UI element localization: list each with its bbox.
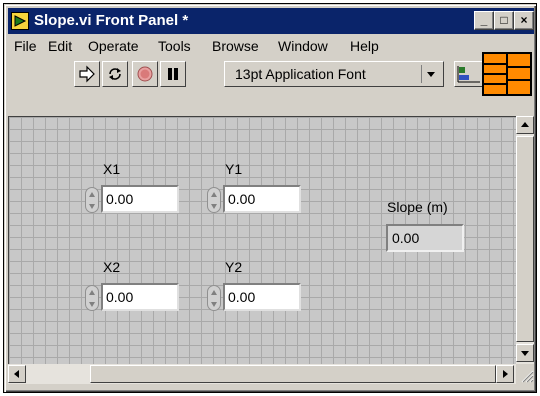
menu-window[interactable]: Window bbox=[278, 38, 328, 54]
x1-input[interactable]: 0.00 bbox=[101, 185, 179, 213]
connector-pane-icon[interactable] bbox=[482, 52, 532, 96]
menu-edit[interactable]: Edit bbox=[48, 38, 72, 54]
scroll-up-arrow-icon[interactable] bbox=[516, 116, 534, 134]
resize-grip-icon[interactable] bbox=[518, 366, 534, 384]
front-panel-window: Slope.vi Front Panel * _ □ × File Edit O… bbox=[3, 3, 537, 393]
scroll-left-arrow-icon[interactable] bbox=[8, 365, 26, 383]
horizontal-scroll-thumb[interactable] bbox=[90, 365, 496, 383]
scroll-right-arrow-icon[interactable] bbox=[496, 365, 514, 383]
x2-increment-decrement[interactable] bbox=[85, 285, 99, 311]
y2-label: Y2 bbox=[225, 259, 243, 275]
vertical-scrollbar[interactable] bbox=[516, 116, 534, 364]
x1-control[interactable]: 0.00 bbox=[85, 185, 181, 213]
pause-icon[interactable] bbox=[160, 61, 186, 87]
title-bar[interactable]: Slope.vi Front Panel * _ □ × bbox=[8, 8, 534, 34]
menu-tools[interactable]: Tools bbox=[158, 38, 191, 54]
close-button[interactable]: × bbox=[514, 11, 534, 30]
x1-increment-decrement[interactable] bbox=[85, 187, 99, 213]
horizontal-scrollbar[interactable] bbox=[8, 364, 516, 384]
y2-control[interactable]: 0.00 bbox=[207, 283, 303, 311]
x2-control[interactable]: 0.00 bbox=[85, 283, 181, 311]
y1-input[interactable]: 0.00 bbox=[223, 185, 301, 213]
chevron-down-icon[interactable] bbox=[421, 65, 439, 83]
slope-label: Slope (m) bbox=[387, 199, 448, 215]
y2-increment-decrement[interactable] bbox=[207, 285, 221, 311]
window-title: Slope.vi Front Panel * bbox=[34, 12, 189, 29]
abort-icon[interactable] bbox=[132, 61, 158, 87]
menu-browse[interactable]: Browse bbox=[212, 38, 259, 54]
run-continuously-icon[interactable] bbox=[102, 61, 128, 87]
x1-label: X1 bbox=[103, 161, 121, 177]
slope-indicator: 0.00 bbox=[386, 224, 464, 252]
scroll-down-arrow-icon[interactable] bbox=[516, 344, 534, 362]
toolbar: 13pt Application Font bbox=[8, 58, 534, 90]
labview-vi-icon bbox=[11, 12, 29, 30]
vertical-scroll-thumb[interactable] bbox=[516, 136, 534, 342]
x2-input[interactable]: 0.00 bbox=[101, 283, 179, 311]
y1-control[interactable]: 0.00 bbox=[207, 185, 303, 213]
menu-operate[interactable]: Operate bbox=[88, 38, 139, 54]
minimize-button[interactable]: _ bbox=[474, 11, 494, 30]
x2-label: X2 bbox=[103, 259, 121, 275]
maximize-button[interactable]: □ bbox=[494, 11, 514, 30]
font-selector-value: 13pt Application Font bbox=[235, 66, 366, 82]
align-objects-button[interactable] bbox=[454, 61, 484, 87]
run-arrow-icon[interactable] bbox=[74, 61, 100, 87]
menu-bar: File Edit Operate Tools Browse Window He… bbox=[8, 36, 478, 56]
menu-help[interactable]: Help bbox=[350, 38, 379, 54]
font-selector[interactable]: 13pt Application Font bbox=[224, 61, 444, 87]
y1-increment-decrement[interactable] bbox=[207, 187, 221, 213]
y1-label: Y1 bbox=[225, 161, 243, 177]
menu-file[interactable]: File bbox=[14, 38, 37, 54]
y2-input[interactable]: 0.00 bbox=[223, 283, 301, 311]
